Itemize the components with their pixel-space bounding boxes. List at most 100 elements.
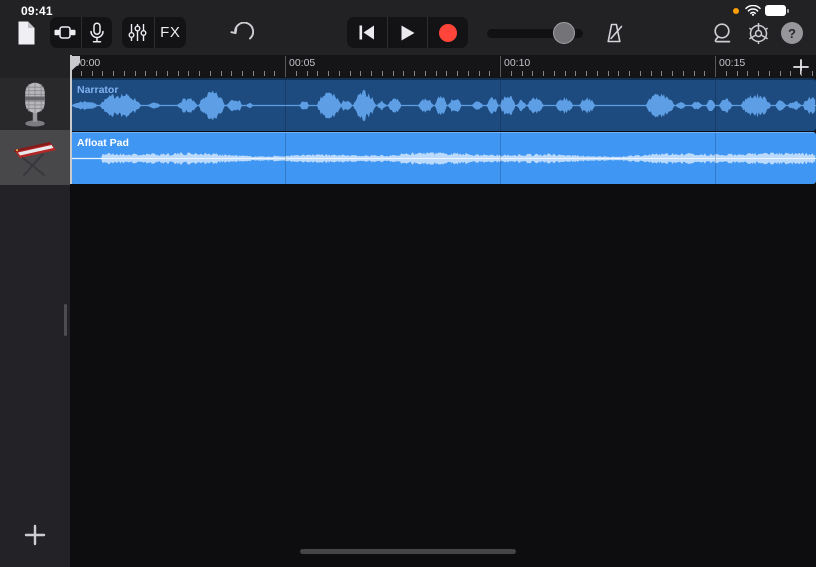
ruler-tick (145, 71, 147, 76)
ruler-tick (457, 71, 458, 76)
ruler-tick (156, 71, 157, 76)
input-settings-button[interactable] (80, 17, 113, 48)
record-button[interactable] (427, 17, 468, 48)
help-button[interactable]: ? (781, 22, 803, 44)
undo-button[interactable] (226, 19, 256, 47)
region-gridline (285, 80, 286, 131)
ruler-tick (123, 71, 125, 76)
ruler-tick (360, 71, 362, 76)
ruler-tick (779, 71, 781, 76)
ruler-tick (478, 71, 480, 76)
ruler-corner (0, 55, 70, 78)
play-icon (401, 25, 415, 40)
ruler-tick (252, 71, 254, 76)
ruler-tick (725, 71, 727, 76)
ruler-tick (274, 71, 276, 76)
ruler-tick (521, 71, 523, 76)
narrator-waveform (70, 89, 816, 122)
mixer-fx-segment-group: FX (122, 17, 186, 48)
ruler-tick (424, 71, 426, 76)
region-afloat-pad[interactable]: Afloat Pad (70, 131, 816, 184)
ruler-tick (768, 71, 770, 76)
track-header-narrator[interactable] (0, 78, 70, 130)
go-to-beginning-button[interactable] (347, 17, 387, 48)
ruler-tick (91, 71, 93, 76)
undo-icon (230, 22, 254, 40)
ruler-tick (629, 71, 630, 76)
ruler-tick (758, 71, 759, 76)
ruler-tick (543, 71, 544, 76)
ruler-major-line (285, 56, 286, 77)
playhead[interactable] (70, 55, 72, 184)
ruler-tick (328, 71, 329, 76)
transport-controls (347, 17, 468, 48)
ruler-tick (661, 71, 663, 76)
ruler-tick (596, 71, 598, 76)
tracks-area: Narrator Afloat Pad (0, 78, 816, 567)
ruler-tick (811, 71, 813, 76)
mixer-sliders-icon (128, 24, 147, 41)
document-icon (18, 21, 34, 45)
play-button[interactable] (386, 17, 428, 48)
ruler-tick (209, 71, 211, 76)
ruler-tick (693, 71, 695, 76)
record-icon (439, 23, 458, 42)
loop-browser-button[interactable] (707, 19, 736, 47)
ruler-tick (618, 71, 620, 76)
top-bar: 09:41 FX ? (0, 0, 816, 56)
ruler-tick (381, 71, 383, 76)
ruler-tick (199, 71, 200, 76)
ruler-tick (790, 71, 792, 76)
garageband-tracks-view: 09:41 FX ? 00:00 00:05 00:10 00:15 Narra… (0, 0, 816, 567)
wifi-icon (745, 5, 761, 16)
settings-gear-icon (749, 22, 768, 44)
ruler-tick (188, 71, 190, 76)
ruler-major-line (500, 56, 501, 77)
track-header-afloat-pad[interactable] (0, 129, 70, 185)
ruler-time-label: 00:15 (719, 57, 746, 69)
ruler-tick (704, 71, 706, 76)
view-input-segment-group (50, 17, 112, 48)
ruler-tick (113, 71, 114, 76)
ruler-tick (263, 71, 265, 76)
vertical-scrollbar[interactable] (64, 304, 67, 336)
settings-button[interactable] (744, 19, 773, 47)
ruler-tick (349, 71, 351, 76)
ruler-tick (403, 71, 405, 76)
track-controls-button[interactable] (50, 17, 81, 48)
ruler-tick (306, 71, 308, 76)
ruler-tick (672, 71, 673, 76)
horizontal-scrollbar[interactable] (300, 549, 516, 554)
ruler-major-line (715, 56, 716, 77)
ruler-tick (414, 71, 415, 76)
fx-button[interactable]: FX (153, 17, 187, 48)
region-narrator[interactable]: Narrator (70, 78, 816, 131)
ruler-tick (80, 71, 82, 76)
ruler-tick (575, 71, 577, 76)
volume-slider-knob[interactable] (552, 22, 575, 44)
region-name-label: Narrator (77, 84, 119, 96)
ruler-tick (435, 71, 437, 76)
mic-in-use-indicator-icon (733, 8, 739, 14)
track-header-sidebar (0, 78, 71, 567)
region-gridline (715, 80, 716, 131)
ruler-tick (586, 71, 587, 76)
ruler-tick (607, 71, 609, 76)
ruler-tick (736, 71, 738, 76)
ruler-tick (489, 71, 491, 76)
metronome-button[interactable] (599, 19, 629, 47)
my-songs-button[interactable] (13, 18, 39, 48)
loop-browser-icon (714, 22, 731, 42)
ruler-tick (650, 71, 652, 76)
fx-label: FX (160, 24, 181, 41)
track-mixer-button[interactable] (122, 17, 154, 48)
ruler-tick (371, 71, 372, 76)
ruler-tick (553, 71, 555, 76)
add-track-button[interactable] (24, 524, 46, 546)
ruler-time-label: 00:10 (504, 57, 531, 69)
studio-microphone-icon (25, 82, 45, 127)
keyboard-synth-icon (14, 142, 56, 176)
ruler-tick (801, 71, 802, 76)
timeline-ruler[interactable]: 00:00 00:05 00:10 00:15 (70, 55, 816, 78)
ruler-row: 00:00 00:05 00:10 00:15 (0, 55, 816, 79)
